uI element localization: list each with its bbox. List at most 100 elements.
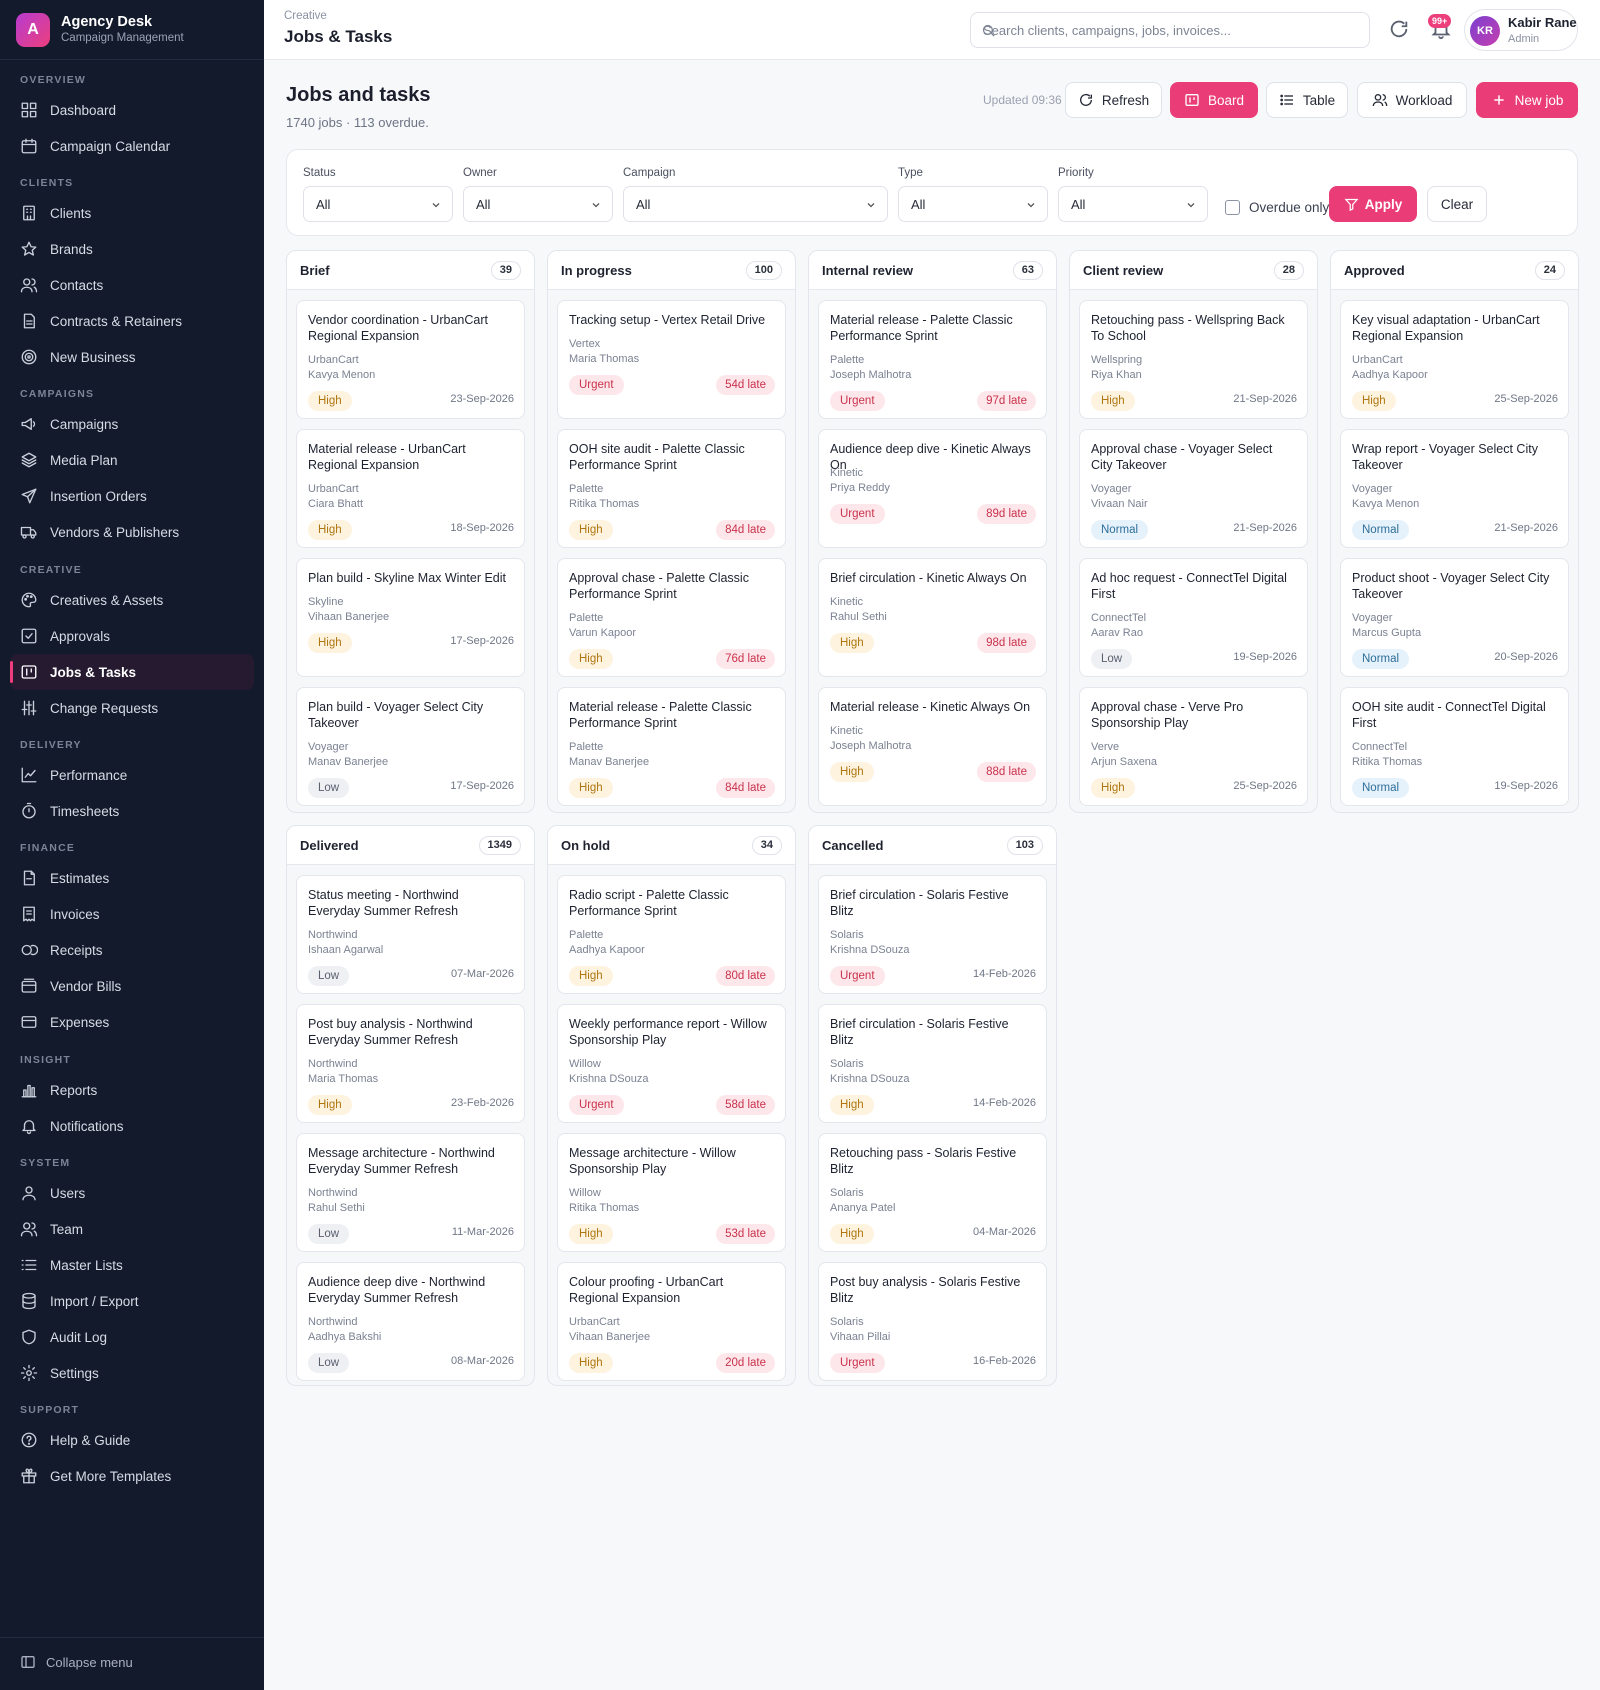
job-title: Brief circulation - Solaris Festive Blit…: [830, 1017, 1009, 1047]
sidebar: A Agency Desk Campaign Management OVERVI…: [0, 0, 264, 1690]
sidebar-item-notifications[interactable]: Notifications: [10, 1108, 254, 1144]
job-card[interactable]: Material release - Palette Classic Perfo…: [818, 300, 1047, 419]
sidebar-item-master-lists[interactable]: Master Lists: [10, 1247, 254, 1283]
breadcrumb[interactable]: Creative: [284, 10, 327, 22]
job-card[interactable]: OOH site audit - Palette Classic Perform…: [557, 429, 786, 548]
sidebar-divider: [0, 59, 264, 60]
job-card[interactable]: Status meeting - Northwind Everyday Summ…: [296, 875, 525, 994]
sidebar-item-estimates[interactable]: Estimates: [10, 860, 254, 896]
job-card[interactable]: Ad hoc request - ConnectTel Digital Firs…: [1079, 558, 1308, 677]
sidebar-item-receipts[interactable]: Receipts: [10, 932, 254, 968]
priority-badge: Low: [308, 966, 350, 986]
sidebar-item-help-guide[interactable]: Help & Guide: [10, 1422, 254, 1458]
sidebar-item-vendors-publishers[interactable]: Vendors & Publishers: [10, 514, 254, 550]
file-icon: [23, 870, 35, 886]
job-card[interactable]: Wrap report - Voyager Select City Takeov…: [1340, 429, 1569, 548]
job-card[interactable]: Tracking setup - Vertex Retail Drive Vert…: [557, 300, 786, 419]
job-card[interactable]: OOH site audit - ConnectTel Digital Firs…: [1340, 687, 1569, 806]
job-title: Plan build - Skyline Max Winter Edit: [308, 571, 506, 585]
brand[interactable]: A Agency Desk Campaign Management: [16, 13, 184, 47]
sidebar-item-change-requests[interactable]: Change Requests: [10, 690, 254, 726]
sidebar-item-dashboard[interactable]: Dashboard: [10, 92, 254, 128]
job-card[interactable]: Approval chase - Verve Pro Sponsorship P…: [1079, 687, 1308, 806]
sidebar-item-media-plan[interactable]: Media Plan: [10, 442, 254, 478]
job-client: Northwind: [308, 929, 358, 941]
job-owner: Maria Thomas: [308, 1073, 379, 1085]
job-card[interactable]: Post buy analysis - Solaris Festive Blit…: [818, 1262, 1047, 1381]
search-box[interactable]: [970, 12, 1370, 48]
job-card[interactable]: Material release - Palette Classic Perfo…: [557, 687, 786, 806]
sidebar-item-timesheets[interactable]: Timesheets: [10, 793, 254, 829]
clear-filters-button[interactable]: Clear: [1427, 186, 1487, 222]
job-card[interactable]: Vendor coordination - UrbanCart Regional…: [296, 300, 525, 419]
sidebar-item-users[interactable]: Users: [10, 1175, 254, 1211]
refresh-icon[interactable]: [1388, 18, 1410, 40]
job-card[interactable]: Plan build - Voyager Select City Takeove…: [296, 687, 525, 806]
sidebar-item-jobs-tasks[interactable]: Jobs & Tasks: [10, 654, 254, 690]
sidebar-item-vendor-bills[interactable]: Vendor Bills: [10, 968, 254, 1004]
job-card[interactable]: Key visual adaptation - UrbanCart Region…: [1340, 300, 1569, 419]
overdue-only-checkbox[interactable]: [1225, 200, 1240, 215]
overdue-badge: 53d late: [716, 1224, 775, 1244]
job-card[interactable]: Message architecture - Northwind Everyda…: [296, 1133, 525, 1252]
sidebar-item-campaign-calendar[interactable]: Campaign Calendar: [10, 128, 254, 164]
sidebar-item-import-export[interactable]: Import / Export: [10, 1283, 254, 1319]
job-card[interactable]: Material release - UrbanCart Regional Ex…: [296, 429, 525, 548]
sidebar-item-new-business[interactable]: New Business: [10, 339, 254, 375]
new-job-button[interactable]: New job: [1476, 82, 1578, 118]
sidebar-item-team[interactable]: Team: [10, 1211, 254, 1247]
job-card[interactable]: Plan build - Skyline Max Winter Edit Skyl…: [296, 558, 525, 677]
status-filter-select[interactable]: All: [303, 186, 453, 222]
apply-filters-button[interactable]: Apply: [1329, 186, 1417, 222]
sidebar-item-insertion-orders[interactable]: Insertion Orders: [10, 478, 254, 514]
job-card[interactable]: Brief circulation - Solaris Festive Blit…: [818, 1004, 1047, 1123]
refresh-button[interactable]: Refresh: [1065, 82, 1162, 118]
sidebar-item-reports[interactable]: Reports: [10, 1072, 254, 1108]
sidebar-item-performance[interactable]: Performance: [10, 757, 254, 793]
job-card[interactable]: Message architecture - Willow Sponsorshi…: [557, 1133, 786, 1252]
job-card[interactable]: Weekly performance report - Willow Spons…: [557, 1004, 786, 1123]
job-client: UrbanCart: [569, 1316, 620, 1328]
job-card[interactable]: Retouching pass - Wellspring Back To Sch…: [1079, 300, 1308, 419]
job-owner: Kavya Menon: [1352, 498, 1420, 510]
sidebar-item-get-more-templates[interactable]: Get More Templates: [10, 1458, 254, 1494]
sidebar-item-expenses[interactable]: Expenses: [10, 1004, 254, 1040]
job-card[interactable]: Post buy analysis - Northwind Everyday S…: [296, 1004, 525, 1123]
job-card[interactable]: Approval chase - Voyager Select City Tak…: [1079, 429, 1308, 548]
job-client: Willow: [569, 1187, 601, 1199]
sidebar-item-contracts-retainers[interactable]: Contracts & Retainers: [10, 303, 254, 339]
table-view-button[interactable]: Table: [1266, 82, 1348, 118]
sidebar-item-creatives-assets[interactable]: Creatives & Assets: [10, 582, 254, 618]
job-card[interactable]: Material release - Kinetic Always On Kine…: [818, 687, 1047, 806]
job-card[interactable]: Retouching pass - Solaris Festive Blitz S…: [818, 1133, 1047, 1252]
campaign-filter-select[interactable]: All: [623, 186, 888, 222]
sidebar-item-contacts[interactable]: Contacts: [10, 267, 254, 303]
job-card[interactable]: Audience deep dive - Kinetic Always On Ki…: [818, 429, 1047, 548]
job-card[interactable]: Approval chase - Palette Classic Perform…: [557, 558, 786, 677]
job-card[interactable]: Colour proofing - UrbanCart Regional Exp…: [557, 1262, 786, 1381]
search-input[interactable]: [983, 13, 1363, 47]
sidebar-item-brands[interactable]: Brands: [10, 231, 254, 267]
job-card[interactable]: Brief circulation - Solaris Festive Blit…: [818, 875, 1047, 994]
sidebar-item-audit-log[interactable]: Audit Log: [10, 1319, 254, 1355]
sidebar-item-clients[interactable]: Clients: [10, 195, 254, 231]
user-menu[interactable]: KR Kabir Rane Admin: [1464, 9, 1578, 51]
sidebar-item-campaigns[interactable]: Campaigns: [10, 406, 254, 442]
sidebar-item-settings[interactable]: Settings: [10, 1355, 254, 1391]
overdue-badge: 20d late: [716, 1353, 775, 1373]
owner-filter-select[interactable]: All: [463, 186, 613, 222]
type-filter-select[interactable]: All: [898, 186, 1048, 222]
workload-view-button[interactable]: Workload: [1357, 82, 1467, 118]
collapse-menu-button[interactable]: Collapse menu: [20, 1654, 133, 1670]
job-card[interactable]: Brief circulation - Kinetic Always On Kin…: [818, 558, 1047, 677]
sidebar-item-invoices[interactable]: Invoices: [10, 896, 254, 932]
sidebar-item-approvals[interactable]: Approvals: [10, 618, 254, 654]
priority-filter-select[interactable]: All: [1058, 186, 1208, 222]
board-view-button[interactable]: Board: [1170, 82, 1258, 118]
overdue-only-label[interactable]: Overdue only: [1249, 200, 1329, 215]
job-card[interactable]: Audience deep dive - Northwind Everyday …: [296, 1262, 525, 1381]
priority-badge: High: [1091, 391, 1135, 411]
job-card[interactable]: Product shoot - Voyager Select City Take…: [1340, 558, 1569, 677]
overdue-badge: 80d late: [716, 966, 775, 986]
job-card[interactable]: Radio script - Palette Classic Performan…: [557, 875, 786, 994]
